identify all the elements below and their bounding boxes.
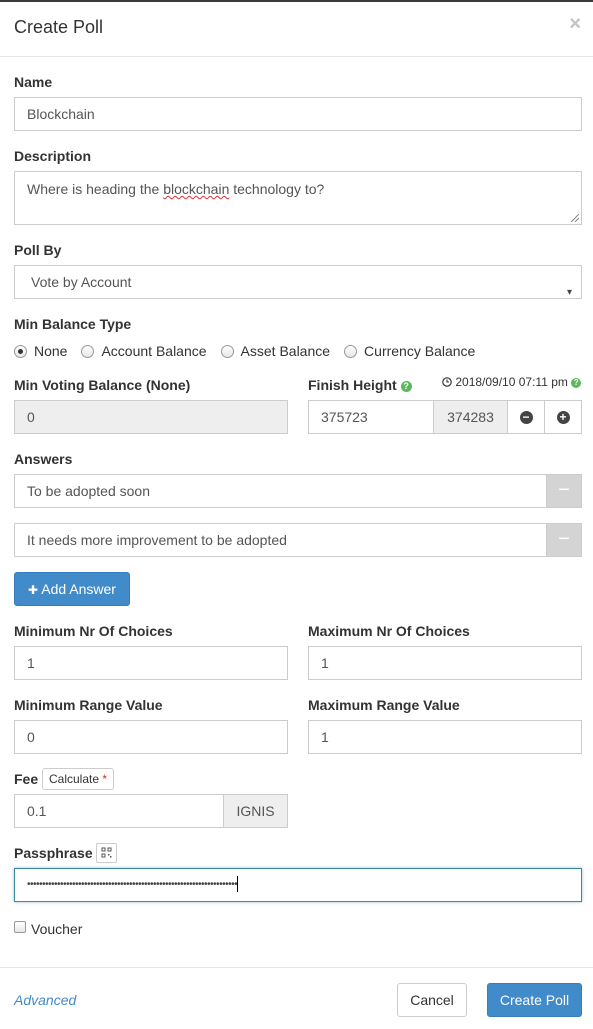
passphrase-masked-value: ••••••••••••••••••••••••••••••••••••••••…: [27, 879, 238, 890]
min-balance-type-label: Min Balance Type: [14, 316, 132, 332]
max-choices-input[interactable]: 1: [308, 646, 582, 680]
min-voting-balance-label: Min Voting Balance (None): [14, 377, 191, 393]
poll-by-label: Poll By: [14, 242, 62, 258]
radio-label: Account Balance: [101, 343, 207, 359]
required-asterisk: *: [102, 772, 108, 786]
increase-height-button[interactable]: +: [544, 400, 582, 434]
finish-height-input[interactable]: 375723: [308, 400, 434, 434]
voucher-label: Voucher: [31, 921, 83, 937]
plus-circle-icon: +: [556, 410, 570, 424]
fee-input[interactable]: 0.1: [14, 794, 224, 828]
cancel-button[interactable]: Cancel: [397, 983, 467, 1017]
modal-header: Create Poll ×: [0, 2, 593, 57]
remove-answer-button[interactable]: −: [546, 523, 582, 557]
answer-input[interactable]: To be adopted soon: [14, 474, 547, 508]
description-text-end: technology to?: [229, 181, 325, 197]
minus-circle-icon: −: [519, 410, 533, 424]
calculate-label: Calculate: [49, 772, 100, 786]
chevron-down-icon: ▾: [566, 287, 572, 298]
radio-button[interactable]: [81, 344, 95, 358]
description-misspelled-word: blockchain: [163, 181, 230, 197]
create-poll-button[interactable]: Create Poll: [487, 983, 582, 1017]
radio-label: None: [34, 343, 68, 359]
min-range-label: Minimum Range Value: [14, 697, 163, 713]
radio-option-asset-balance[interactable]: Asset Balance: [220, 343, 331, 359]
answers-label: Answers: [14, 451, 73, 467]
radio-option-account-balance[interactable]: Account Balance: [81, 343, 207, 359]
answer-input[interactable]: It needs more improvement to be adopted: [14, 523, 547, 557]
help-icon[interactable]: ?: [571, 377, 582, 388]
remove-answer-button[interactable]: −: [546, 474, 582, 508]
radio-button[interactable]: [344, 344, 358, 358]
description-textarea[interactable]: Where is heading the blockchain technolo…: [14, 171, 582, 225]
clock-icon: [442, 377, 452, 387]
max-choices-label: Maximum Nr Of Choices: [308, 623, 470, 639]
modal-footer-divider: [0, 967, 593, 968]
poll-by-selected-value: Vote by Account: [31, 274, 132, 290]
description-text-start: Where is heading the: [27, 181, 164, 197]
poll-by-select[interactable]: Vote by Account ▾: [14, 265, 582, 299]
name-input[interactable]: Blockchain: [14, 97, 582, 131]
modal-title: Create Poll: [14, 17, 104, 37]
resize-handle-icon[interactable]: [571, 214, 579, 222]
decrease-height-button[interactable]: −: [507, 400, 545, 434]
radio-option-none[interactable]: None: [14, 343, 67, 359]
radio-button[interactable]: [220, 344, 234, 358]
current-height-addon: 374283: [433, 400, 508, 434]
min-choices-label: Minimum Nr Of Choices: [14, 623, 173, 639]
calculate-fee-button[interactable]: Calculate *: [42, 768, 115, 790]
finish-height-date-info: 2018/09/10 07:11 pm ?: [442, 375, 582, 389]
description-label: Description: [14, 148, 92, 164]
help-icon[interactable]: ?: [400, 380, 412, 392]
max-range-input[interactable]: 1: [308, 720, 582, 754]
close-icon[interactable]: ×: [569, 14, 581, 34]
add-answer-label: Add Answer: [41, 581, 116, 597]
passphrase-label: Passphrase: [14, 845, 93, 861]
fee-unit-addon: IGNIS: [223, 794, 288, 828]
min-voting-balance-input: 0: [14, 400, 288, 434]
radio-label: Currency Balance: [364, 343, 476, 359]
name-label: Name: [14, 74, 53, 90]
qr-code-icon: [101, 847, 112, 858]
max-range-label: Maximum Range Value: [308, 697, 460, 713]
min-range-input[interactable]: 0: [14, 720, 288, 754]
radio-option-currency-balance[interactable]: Currency Balance: [344, 343, 475, 359]
voucher-checkbox[interactable]: [14, 921, 26, 933]
advanced-link[interactable]: Advanced: [14, 992, 76, 1008]
qr-scan-button[interactable]: [96, 843, 117, 863]
radio-button-checked[interactable]: [14, 344, 27, 358]
finish-height-label: Finish Height ?: [308, 377, 412, 393]
add-answer-button[interactable]: ✚ Add Answer: [14, 572, 130, 606]
radio-label: Asset Balance: [240, 343, 331, 359]
passphrase-input[interactable]: ••••••••••••••••••••••••••••••••••••••••…: [14, 868, 582, 902]
min-balance-type-radio-group: None Account Balance Asset Balance Curre…: [14, 343, 489, 359]
finish-height-label-text: Finish Height: [308, 377, 397, 393]
text-caret: [237, 876, 239, 893]
finish-height-date: 2018/09/10 07:11 pm: [455, 375, 568, 389]
fee-label: Fee: [14, 771, 39, 787]
plus-icon: ✚: [28, 583, 39, 597]
min-choices-input[interactable]: 1: [14, 646, 288, 680]
